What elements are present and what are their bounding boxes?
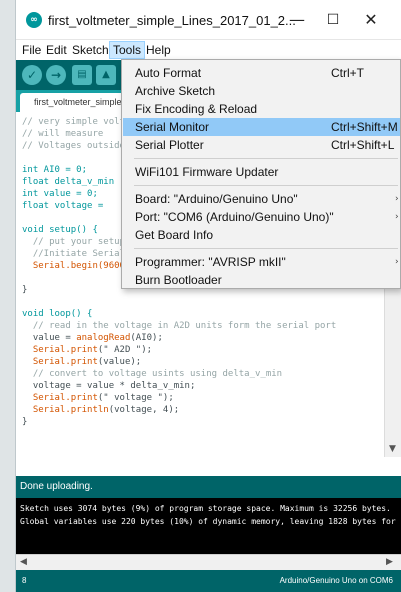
code-line: // put your setup <box>22 237 125 247</box>
menu-separator <box>134 158 398 159</box>
menu-item-label: Get Board Info <box>135 228 214 242</box>
desktop-background-strip <box>0 0 16 592</box>
maximize-button[interactable]: ☐ <box>316 6 350 34</box>
menu-item-label: Serial Monitor <box>135 120 210 134</box>
code-token: Serial. <box>22 357 71 367</box>
code-line: // convert to voltage usints using delta… <box>22 369 283 379</box>
menu-item-board[interactable]: Board: "Arduino/Genuino Uno" › <box>123 190 400 208</box>
code-line: } <box>22 285 28 295</box>
menu-item-label: Archive Sketch <box>135 84 216 98</box>
submenu-arrow-icon: › <box>395 212 399 222</box>
window-title: first_voltmeter_simple_Lines_2017_01_2..… <box>48 13 296 28</box>
code-token: println <box>70 405 109 415</box>
code-token: Serial. <box>22 393 71 403</box>
code-token: print <box>70 357 98 367</box>
code-line: void setup() { <box>22 225 98 235</box>
menu-item-auto-format[interactable]: Auto Format Ctrl+T <box>123 64 400 82</box>
output-console[interactable]: Sketch uses 3074 bytes (9%) of program s… <box>16 498 401 554</box>
code-line: // read in the voltage in A2D units form… <box>22 321 337 331</box>
menu-item-burn-bootloader[interactable]: Burn Bootloader <box>123 271 400 289</box>
code-line: //Initiate Serial <box>22 249 125 259</box>
minimize-button[interactable]: — <box>280 6 314 34</box>
menu-item-serial-plotter[interactable]: Serial Plotter Ctrl+Shift+L <box>123 136 400 154</box>
menu-item-label: Fix Encoding & Reload <box>135 102 258 116</box>
code-line: voltage = value * delta_v_min; <box>22 381 196 391</box>
board-port-label: Arduino/Genuino Uno on COM6 <box>279 576 393 585</box>
menu-item-label: Port: "COM6 (Arduino/Genuino Uno)" <box>135 210 334 224</box>
close-button[interactable]: ✕ <box>354 6 388 34</box>
menu-separator <box>134 248 398 249</box>
code-line: Serial.begin(9600 <box>22 261 125 271</box>
code-line: float delta_v_min <box>22 177 115 187</box>
code-line: float voltage = <box>22 201 104 211</box>
code-token: Serial. <box>22 345 71 355</box>
menu-item-label: Serial Plotter <box>135 138 204 152</box>
menu-item-shortcut: Ctrl+Shift+L <box>331 138 395 152</box>
status-message: Done uploading. <box>20 481 93 492</box>
scroll-left-icon[interactable]: ◀ <box>20 557 27 567</box>
menu-item-programmer[interactable]: Programmer: "AVRISP mkII" › <box>123 253 400 271</box>
menu-item-port[interactable]: Port: "COM6 (Arduino/Genuino Uno)" › <box>123 208 400 226</box>
code-token: Serial. <box>22 405 71 415</box>
menu-item-shortcut: Ctrl+T <box>331 66 364 80</box>
sketch-tab[interactable]: first_voltmeter_simple_Lines <box>20 93 128 112</box>
line-number: 8 <box>22 576 27 585</box>
code-token: (AI0); <box>130 333 163 343</box>
menu-item-shortcut: Ctrl+Shift+M <box>331 120 398 134</box>
code-line: Serial.print(" voltage "); <box>22 392 174 404</box>
code-line: int AI0 = 0; <box>22 165 88 175</box>
menu-sketch[interactable]: Sketch <box>69 41 112 59</box>
menu-file[interactable]: File <box>19 41 44 59</box>
code-line: } <box>22 417 28 427</box>
submenu-arrow-icon: › <box>395 257 399 267</box>
console-horizontal-scrollbar[interactable]: ◀ ▶ <box>16 554 401 570</box>
code-line: void loop() { <box>22 309 93 319</box>
code-line: Serial.println(voltage, 4); <box>22 404 179 416</box>
menu-item-label: Auto Format <box>135 66 202 80</box>
menu-item-fix-encoding[interactable]: Fix Encoding & Reload <box>123 100 400 118</box>
code-token: (" A2D "); <box>97 345 153 355</box>
verify-icon[interactable]: ✓ <box>22 65 42 85</box>
scroll-down-icon[interactable]: ▼ <box>389 444 396 454</box>
code-token: print <box>70 345 98 355</box>
arduino-app-icon: ∞ <box>26 12 42 28</box>
code-line: int value = 0; <box>22 189 98 199</box>
menu-separator <box>134 185 398 186</box>
upload-icon[interactable]: → <box>46 65 66 85</box>
menu-item-archive-sketch[interactable]: Archive Sketch <box>123 82 400 100</box>
bottom-status-bar: 8 Arduino/Genuino Uno on COM6 <box>16 570 401 592</box>
code-token: (voltage, 4); <box>108 405 180 415</box>
new-sketch-icon[interactable]: ▤ <box>72 65 92 85</box>
menu-bar: File Edit Sketch Tools Help <box>16 40 401 60</box>
menu-help[interactable]: Help <box>143 41 174 59</box>
code-token: (" voltage "); <box>97 393 174 403</box>
menu-item-wifi101-updater[interactable]: WiFi101 Firmware Updater <box>123 163 400 181</box>
menu-item-label: WiFi101 Firmware Updater <box>135 165 279 179</box>
code-line: // will measure <box>22 129 104 139</box>
menu-item-label: Board: "Arduino/Genuino Uno" <box>135 192 298 206</box>
scroll-right-icon[interactable]: ▶ <box>386 557 393 567</box>
menu-tools[interactable]: Tools <box>109 41 146 59</box>
console-line: Sketch uses 3074 bytes (9%) of program s… <box>20 504 391 513</box>
console-line: Global variables use 220 bytes (10%) of … <box>20 517 401 526</box>
code-token: value = <box>22 333 77 343</box>
arduino-ide-window: ∞ first_voltmeter_simple_Lines_2017_01_2… <box>0 0 401 592</box>
code-line: Serial.print(value); <box>22 356 141 368</box>
code-line: // Voltages outside <box>22 141 125 151</box>
menu-item-label: Burn Bootloader <box>135 273 222 287</box>
code-token: analogRead <box>76 333 131 343</box>
tools-dropdown-menu: Auto Format Ctrl+T Archive Sketch Fix En… <box>121 59 401 289</box>
menu-edit[interactable]: Edit <box>43 41 70 59</box>
open-sketch-icon[interactable]: ▲ <box>96 65 116 85</box>
status-bar: Done uploading. <box>16 476 401 498</box>
code-line: Serial.print(" A2D "); <box>22 344 152 356</box>
code-token: print <box>70 393 98 403</box>
menu-item-get-board-info[interactable]: Get Board Info <box>123 226 400 244</box>
title-bar: ∞ first_voltmeter_simple_Lines_2017_01_2… <box>16 0 401 40</box>
menu-item-serial-monitor[interactable]: Serial Monitor Ctrl+Shift+M <box>123 118 400 136</box>
submenu-arrow-icon: › <box>395 194 399 204</box>
menu-item-label: Programmer: "AVRISP mkII" <box>135 255 286 269</box>
code-token: (value); <box>97 357 142 367</box>
code-line: value = analogRead(AI0); <box>22 332 163 344</box>
